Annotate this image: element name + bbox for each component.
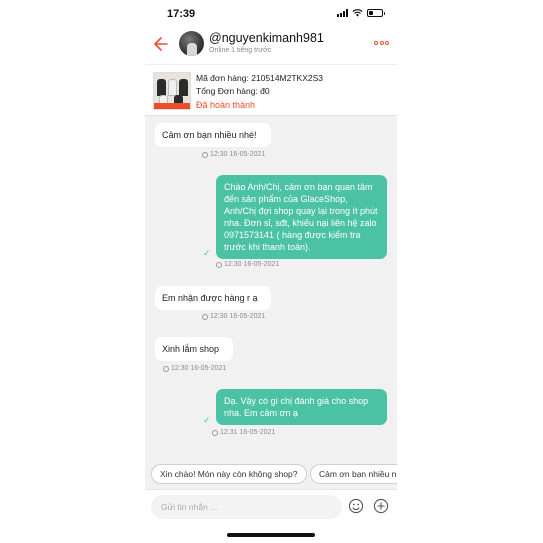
plus-icon[interactable] — [373, 498, 389, 514]
order-total: Tổng Đơn hàng: đ0 — [196, 86, 270, 96]
order-card[interactable]: Mã đơn hàng: 210514M2TKX2S3 Tổng Đơn hàn… — [145, 64, 397, 116]
message-list[interactable]: Cảm ơn bạn nhiều nhé! 12:30 16-05-2021 C… — [145, 116, 397, 461]
message-timestamp: 12:30 16-05-2021 — [202, 151, 265, 158]
status-icons — [337, 9, 385, 17]
clock-icon — [202, 151, 208, 158]
wifi-icon — [352, 9, 363, 17]
message-bubble-outgoing[interactable]: Chào Anh/Chị, cảm ơn bạn quan tâm đến sả… — [216, 175, 387, 259]
order-status: Đã hoàn thành — [196, 100, 256, 110]
message-bubble-outgoing[interactable]: Dạ. Vậy có gì chị đánh giá cho shop nha.… — [216, 389, 387, 425]
message-bubble-incoming[interactable]: Xinh lắm shop — [155, 337, 233, 361]
more-options-icon[interactable] — [374, 41, 389, 45]
message-input[interactable] — [151, 495, 342, 519]
clock-icon — [212, 429, 218, 436]
message-timestamp: 12:30 16-05-2021 — [163, 365, 226, 372]
message-bubble-incoming[interactable]: Cảm ơn bạn nhiều nhé! — [155, 123, 271, 147]
username[interactable]: @nguyenkimanh981 — [209, 31, 324, 45]
message-input-bar — [145, 489, 397, 523]
read-check-icon: ✓ — [203, 415, 211, 425]
clock-icon — [216, 261, 222, 268]
emoji-icon[interactable] — [348, 498, 364, 514]
online-status: Online 1 tiếng trước — [209, 47, 272, 54]
message-timestamp: 12:31 16-05-2021 — [212, 429, 275, 436]
chat-screen: 17:39 @nguyenkimanh981 Online 1 tiếng tr… — [145, 0, 397, 543]
signal-icon — [337, 9, 348, 17]
read-check-icon: ✓ — [203, 248, 211, 258]
chat-header: @nguyenkimanh981 Online 1 tiếng trước — [145, 28, 397, 62]
message-bubble-incoming[interactable]: Em nhận được hàng r ạ — [155, 286, 271, 310]
avatar[interactable] — [179, 31, 204, 56]
message-timestamp: 12:30 16-05-2021 — [202, 313, 265, 320]
status-bar: 17:39 — [145, 0, 397, 28]
home-indicator — [227, 533, 315, 537]
quick-reply-bar: Xin chào! Món này còn không shop? Cảm ơn… — [145, 461, 397, 489]
clock-icon — [202, 313, 208, 320]
order-id: Mã đơn hàng: 210514M2TKX2S3 — [196, 73, 324, 83]
quick-reply-chip[interactable]: Cảm ơn bạn nhiều n — [310, 464, 397, 484]
clock-icon — [163, 365, 169, 372]
quick-reply-chip[interactable]: Xin chào! Món này còn không shop? — [151, 464, 307, 484]
product-thumbnail — [153, 72, 191, 110]
back-arrow-icon[interactable] — [153, 35, 169, 53]
battery-icon — [367, 9, 385, 17]
status-time: 17:39 — [167, 8, 196, 20]
message-timestamp: 12:30 16-05-2021 — [216, 261, 279, 268]
